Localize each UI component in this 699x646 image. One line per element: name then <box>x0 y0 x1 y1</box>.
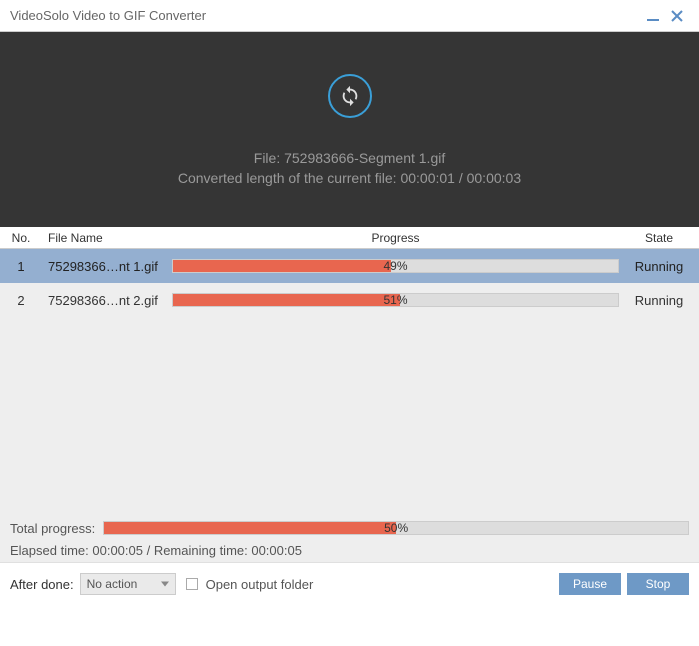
after-done-select[interactable]: No action <box>80 573 176 595</box>
progress-fill <box>173 294 400 306</box>
table-row[interactable]: 175298366…nt 1.gif 49% Running <box>0 249 699 283</box>
progress-fill <box>173 260 391 272</box>
after-done-value: No action <box>87 577 138 591</box>
cell-no: 2 <box>0 293 42 308</box>
app-title: VideoSolo Video to GIF Converter <box>10 8 641 23</box>
table-row[interactable]: 275298366…nt 2.gif 51% Running <box>0 283 699 317</box>
cell-no: 1 <box>0 259 42 274</box>
open-output-checkbox[interactable] <box>186 578 198 590</box>
header-no: No. <box>0 231 42 245</box>
cell-progress: 49% <box>172 258 619 274</box>
stop-button[interactable]: Stop <box>627 573 689 595</box>
refresh-icon <box>339 85 361 107</box>
table-header: No. File Name Progress State <box>0 227 699 249</box>
total-progress-label: 50% <box>384 521 408 535</box>
progress-label: 51% <box>383 293 407 307</box>
close-button[interactable] <box>665 4 689 28</box>
elapsed-label: Elapsed time: 00:00:05 / Remaining time:… <box>10 543 689 558</box>
after-done-label: After done: <box>10 577 74 592</box>
close-icon <box>670 9 684 23</box>
cell-filename: 75298366…nt 1.gif <box>42 259 172 274</box>
preview-panel: File: 752983666-Segment 1.gif Converted … <box>0 32 699 227</box>
cell-progress: 51% <box>172 292 619 308</box>
cell-state: Running <box>619 293 699 308</box>
cell-filename: 75298366…nt 2.gif <box>42 293 172 308</box>
pause-button[interactable]: Pause <box>559 573 621 595</box>
table-body: 175298366…nt 1.gif49%Running275298366…nt… <box>0 249 699 511</box>
header-filename: File Name <box>42 231 172 245</box>
total-row: Total progress: 50% <box>10 519 689 537</box>
header-state: State <box>619 231 699 245</box>
minimize-icon <box>646 9 660 23</box>
cell-state: Running <box>619 259 699 274</box>
header-progress: Progress <box>172 231 619 245</box>
titlebar: VideoSolo Video to GIF Converter <box>0 0 699 32</box>
total-progress-bar: 50% <box>103 521 689 535</box>
progress-label: 49% <box>383 259 407 273</box>
preview-file-label: File: 752983666-Segment 1.gif <box>254 150 445 166</box>
open-output-label: Open output folder <box>206 577 314 592</box>
minimize-button[interactable] <box>641 4 665 28</box>
progress-bar: 51% <box>172 293 619 307</box>
progress-bar: 49% <box>172 259 619 273</box>
total-section: Total progress: 50% Elapsed time: 00:00:… <box>0 511 699 562</box>
refresh-circle <box>328 74 372 118</box>
footer: After done: No action Open output folder… <box>0 562 699 605</box>
total-label: Total progress: <box>10 521 95 536</box>
total-progress-fill <box>104 522 396 534</box>
preview-length-label: Converted length of the current file: 00… <box>178 170 521 186</box>
